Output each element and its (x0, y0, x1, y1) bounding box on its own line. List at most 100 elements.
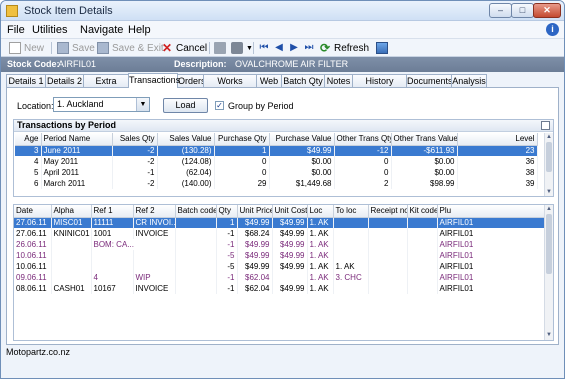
periods-section: Transactions by Period Age Period Name S… (13, 119, 554, 197)
column-header[interactable]: Batch code (175, 205, 217, 218)
tab-works-orders[interactable]: Works Orders (203, 74, 257, 98)
tab-history-notes[interactable]: History Notes (352, 74, 407, 98)
minimize-button[interactable]: – (489, 3, 512, 18)
cancel-label: Cancel (176, 42, 208, 54)
table-row[interactable]: 27.06.11 MISC01 11111 CR INVOI... 1 $49.… (14, 217, 545, 228)
table-row[interactable]: 10.06.11 -5 $49.99 $49.99 1. AK AIRFIL01 (14, 250, 545, 261)
column-header[interactable]: Plu (437, 205, 545, 218)
table-row[interactable]: 10.06.11 -5 $49.99 $49.99 1. AK 1. AK AI… (14, 261, 545, 272)
scroll-down-icon[interactable]: ▼ (545, 188, 553, 196)
pin-icon[interactable] (541, 121, 550, 130)
column-header[interactable]: Unit Price (237, 205, 273, 218)
column-header[interactable]: Other Trans Qty (334, 133, 392, 146)
save-exit-button[interactable]: Save & Exit (97, 40, 164, 56)
title-bar: Stock Item Details – □ ✕ (1, 1, 564, 21)
cell (407, 283, 438, 294)
column-header[interactable]: Sales Value (157, 133, 215, 146)
stock-code-label: Stock Code: (7, 59, 60, 69)
column-header[interactable]: To loc (333, 205, 369, 218)
help-info-icon[interactable]: i (546, 23, 559, 36)
cell: -2 (112, 156, 158, 167)
periods-scrollbar[interactable]: ▲ ▼ (544, 133, 553, 196)
table-row[interactable]: 09.06.11 4 WIP -1 $62.04 1. AK 3. CHC AI… (14, 272, 545, 283)
column-header[interactable]: Other Trans Value (391, 133, 458, 146)
close-button[interactable]: ✕ (533, 3, 561, 18)
maximize-button[interactable]: □ (511, 3, 534, 18)
column-header[interactable]: Alpha (51, 205, 92, 218)
cancel-button[interactable]: ✕ Cancel (161, 40, 207, 56)
cell: 3 (15, 145, 42, 156)
load-button[interactable]: Load (163, 98, 208, 113)
last-record-button[interactable]: ⏭ (303, 40, 318, 56)
cell: 27.06.11 (14, 217, 52, 228)
table-row[interactable]: 5 April 2011 -1 (62.04) 0 $0.00 0 $0.00 … (15, 167, 538, 178)
group-by-period-checkbox[interactable]: ✓ (215, 101, 224, 110)
scroll-thumb[interactable] (546, 214, 552, 274)
tab-documents[interactable]: Documents (406, 74, 453, 88)
table-row[interactable]: 4 May 2011 -2 (124.08) 0 $0.00 0 $0.00 3… (15, 156, 538, 167)
tab-batch-qty[interactable]: Batch Qty (281, 74, 325, 88)
cell: 3. CHC (333, 272, 369, 283)
column-header[interactable]: Loc (307, 205, 334, 218)
column-header[interactable]: Period Name (41, 133, 113, 146)
save-button[interactable]: Save (57, 40, 95, 56)
new-button[interactable]: New (9, 40, 44, 56)
tab-transactions[interactable]: Transactions (128, 73, 180, 88)
next-record-button[interactable]: ▶ (288, 40, 303, 56)
table-row[interactable]: 6 March 2011 -2 (140.00) 29 $1,449.68 2 … (15, 178, 538, 189)
scroll-thumb[interactable] (546, 142, 552, 172)
cell: BOM: CA... (91, 239, 176, 250)
cell: 2 (334, 178, 392, 189)
column-header[interactable]: Ref 1 (91, 205, 134, 218)
scroll-down-icon[interactable]: ▼ (545, 331, 553, 339)
column-header[interactable]: Age (15, 133, 42, 146)
image-button[interactable] (376, 40, 391, 56)
table-row[interactable]: 08.06.11 CASH01 10167 INVOICE -1 $62.04 … (14, 283, 545, 294)
tab-orders[interactable]: Orders (177, 74, 206, 88)
scroll-up-icon[interactable]: ▲ (545, 205, 553, 213)
cell (407, 250, 438, 261)
cell: (140.00) (157, 178, 215, 189)
column-header[interactable]: Sales Qty (112, 133, 158, 146)
cell: 1001 (91, 228, 134, 239)
table-row[interactable]: 26.06.11 BOM: CA... -1 $49.99 $49.99 1. … (14, 239, 545, 250)
cell: $1,449.68 (269, 178, 335, 189)
delete-button[interactable] (214, 40, 229, 56)
menu-utilities[interactable]: Utilities (32, 24, 67, 36)
table-row[interactable]: 3 June 2011 -2 (130.28) 1 $49.99 -12 -$6… (15, 145, 538, 156)
column-header[interactable]: Kit code (407, 205, 438, 218)
table-row[interactable]: 27.06.11 KNINIC01 1001 INVOICE -1 $68.24… (14, 228, 545, 239)
cancel-x-icon: ✕ (161, 41, 173, 55)
tab-analysis[interactable]: Analysis (451, 74, 487, 88)
tab-details-2[interactable]: Details 2 (45, 74, 84, 88)
scroll-up-icon[interactable]: ▲ (545, 133, 553, 141)
tab-extra-fields[interactable]: Extra Fields (83, 74, 129, 98)
group-by-period-label: Group by Period (228, 101, 294, 111)
cell (407, 272, 438, 283)
menu-navigate[interactable]: Navigate (80, 24, 123, 36)
cell (175, 239, 217, 250)
cell: $0.00 (269, 167, 335, 178)
cell: 26.06.11 (14, 239, 52, 250)
menu-file[interactable]: File (7, 24, 25, 36)
transactions-scrollbar[interactable]: ▲ ▼ (544, 205, 553, 340)
column-header[interactable]: Level (457, 133, 538, 146)
column-header[interactable]: Date (14, 205, 52, 218)
column-header[interactable]: Ref 2 (133, 205, 176, 218)
tab-details-1[interactable]: Details 1 (6, 74, 46, 88)
tab-notes[interactable]: Notes (324, 74, 353, 88)
column-header[interactable]: Purchase Qty (214, 133, 270, 146)
first-record-button[interactable]: ⏮ (258, 40, 273, 56)
cell: 4 (91, 272, 134, 283)
column-header[interactable]: Qty (216, 205, 238, 218)
column-header[interactable]: Receipt no (368, 205, 408, 218)
previous-record-button[interactable]: ◀ (273, 40, 288, 56)
print-button[interactable]: ▼ (231, 40, 253, 56)
tab-web[interactable]: Web (256, 74, 282, 88)
refresh-button[interactable]: ⟳ Refresh (319, 40, 369, 56)
column-header[interactable]: Unit Cost (272, 205, 308, 218)
column-header[interactable]: Purchase Value (269, 133, 335, 146)
location-select[interactable]: 1. Auckland ▼ (53, 97, 150, 112)
menu-help[interactable]: Help (128, 24, 151, 36)
cell: (62.04) (157, 167, 215, 178)
